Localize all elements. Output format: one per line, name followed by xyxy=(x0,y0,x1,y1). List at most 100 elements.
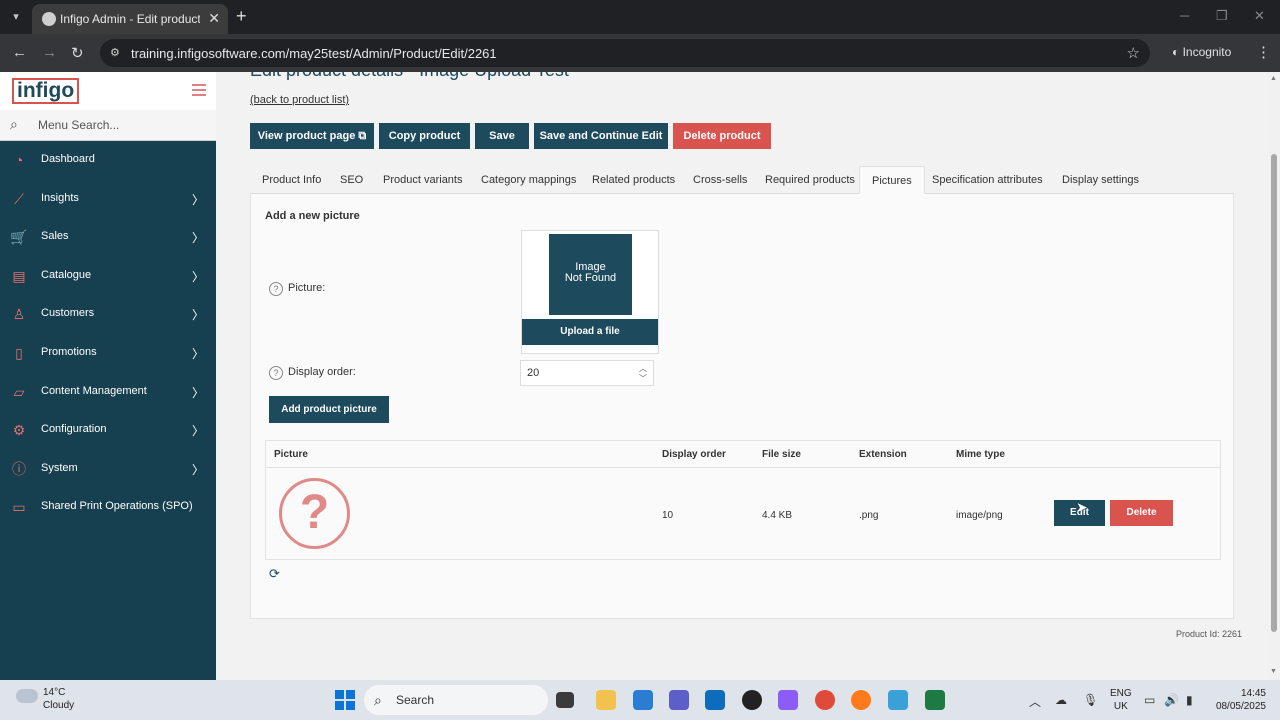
back-to-product-list-link[interactable]: (back to product list) xyxy=(250,94,349,106)
back-arrow-icon[interactable]: ← xyxy=(12,44,27,61)
chatgpt-icon[interactable] xyxy=(742,690,762,710)
url-field[interactable]: ⚙ training.infigosoftware.com/may25test/… xyxy=(100,39,1150,67)
tab-title: Infigo Admin - Edit product det xyxy=(60,12,200,26)
infigo-logo[interactable]: infigo xyxy=(12,78,80,104)
clock[interactable]: 14:45 08/05/2025 xyxy=(1212,687,1266,713)
menu-search-input[interactable] xyxy=(38,115,208,135)
folder-icon: ▱ xyxy=(13,383,25,400)
sidebar-item-sales[interactable]: 🛒 Sales 〉 xyxy=(0,218,216,256)
favicon-icon xyxy=(42,12,56,26)
weather-temperature[interactable]: 14°C xyxy=(43,687,65,698)
delete-product-button[interactable]: Delete product xyxy=(673,123,771,149)
save-button[interactable]: Save xyxy=(475,123,529,149)
sidebar-item-shared-print-operations-spo[interactable]: ▭ Shared Print Operations (SPO) xyxy=(0,488,216,526)
row-mime-type: image/png xyxy=(956,510,1003,521)
search-icon: ⌕ xyxy=(374,692,382,708)
weather-description[interactable]: Cloudy xyxy=(43,700,74,711)
decrement-arrow-icon[interactable]: ﹀ xyxy=(639,373,647,384)
incognito-icon: ◐ xyxy=(1172,45,1183,59)
outlook-icon[interactable] xyxy=(705,690,725,710)
missing-image-question-icon: ? xyxy=(279,478,350,549)
sidebar-item-content-management[interactable]: ▱ Content Management 〉 xyxy=(0,373,216,411)
tab-category-mappings[interactable]: Category mappings xyxy=(469,166,588,194)
language-indicator[interactable]: ENG UK xyxy=(1110,687,1132,713)
scroll-thumb[interactable] xyxy=(1271,154,1277,632)
new-tab-plus-icon[interactable]: + xyxy=(236,6,247,27)
browser-tab-bar: ▾ Infigo Admin - Edit product det ✕ + ─ … xyxy=(0,0,1280,34)
tab-product-info[interactable]: Product Info xyxy=(250,166,333,194)
language-line2: UK xyxy=(1113,701,1128,712)
tab-display-settings[interactable]: Display settings xyxy=(1050,166,1151,194)
view-product-page-button[interactable]: View product page ⧉ xyxy=(250,123,374,149)
sidebar-item-customers[interactable]: ♙ Customers 〉 xyxy=(0,295,216,333)
file-explorer-icon[interactable] xyxy=(596,690,616,710)
tag-icon: ▯ xyxy=(15,345,23,361)
taskbar-search[interactable]: ⌕ Search xyxy=(364,685,548,715)
url-text[interactable]: training.infigosoftware.com/may25test/Ad… xyxy=(131,46,497,61)
microphone-icon[interactable]: 🎙 xyxy=(1083,693,1098,707)
sidebar-item-insights[interactable]: ⟋ Insights 〉 xyxy=(0,180,216,218)
onedrive-cloud-icon[interactable]: ☁ xyxy=(1055,693,1067,707)
volume-icon[interactable]: 🔊 xyxy=(1164,693,1179,707)
user-icon: ♙ xyxy=(12,306,26,323)
tab-required-products[interactable]: Required products xyxy=(753,166,867,194)
picture-help-icon[interactable]: ? xyxy=(269,282,283,296)
tab-seo[interactable]: SEO xyxy=(328,166,375,194)
firefox-icon[interactable] xyxy=(851,690,871,710)
battery-icon[interactable]: ▮ xyxy=(1186,693,1193,707)
tab-specification-attributes[interactable]: Specification attributes xyxy=(920,166,1055,194)
product-id: Product Id: 2261 xyxy=(1176,629,1243,639)
sidebar-item-catalogue[interactable]: ▤ Catalogue 〉 xyxy=(0,257,216,295)
tab-product-variants[interactable]: Product variants xyxy=(371,166,474,194)
copy-product-button[interactable]: Copy product xyxy=(379,123,470,149)
hamburger-menu-icon[interactable] xyxy=(192,84,206,96)
sidebar-item-system[interactable]: ⓘ System 〉 xyxy=(0,450,216,488)
close-tab-icon[interactable]: ✕ xyxy=(208,10,220,27)
task-view-icon[interactable] xyxy=(556,692,574,708)
sidebar-item-dashboard[interactable]: ◔ Dashboard xyxy=(0,141,216,179)
gauge-icon: ◔ xyxy=(14,152,24,168)
maximize-icon[interactable]: ❐ xyxy=(1216,8,1228,24)
snipping-tool-icon[interactable] xyxy=(888,690,908,710)
incognito-indicator[interactable]: ◐ Incognito xyxy=(1172,45,1231,59)
network-icon[interactable]: ▭ xyxy=(1144,693,1155,707)
excel-icon[interactable] xyxy=(925,690,945,710)
upload-file-button[interactable]: Upload a file xyxy=(522,319,658,345)
chevron-right-icon: 〉 xyxy=(192,385,205,400)
tab-related-products[interactable]: Related products xyxy=(580,166,687,194)
browser-tab[interactable]: Infigo Admin - Edit product det ✕ xyxy=(32,4,228,34)
sidebar-item-label: Dashboard xyxy=(41,153,95,165)
browser-menu-kebab-icon[interactable]: ⋮ xyxy=(1256,43,1271,61)
chevron-right-icon: 〉 xyxy=(192,462,205,477)
tab-menu-chevron-down-icon[interactable]: ▾ xyxy=(6,8,26,26)
bookmark-star-icon[interactable]: ☆ xyxy=(1127,44,1140,62)
display-order-help-icon[interactable]: ? xyxy=(269,366,283,380)
add-product-picture-button[interactable]: Add product picture xyxy=(269,396,389,423)
address-bar: ← → ↻ ⚙ training.infigosoftware.com/may2… xyxy=(0,34,1280,72)
forward-arrow-icon[interactable]: → xyxy=(42,44,57,61)
minimize-icon[interactable]: ─ xyxy=(1180,8,1189,23)
chrome-icon[interactable] xyxy=(815,690,835,710)
tab-pictures[interactable]: Pictures xyxy=(859,166,925,194)
refresh-icon[interactable]: ⟳ xyxy=(269,566,280,582)
sidebar-item-promotions[interactable]: ▯ Promotions 〉 xyxy=(0,334,216,372)
sidebar-item-configuration[interactable]: ⚙ Configuration 〉 xyxy=(0,411,216,449)
teams-icon[interactable] xyxy=(669,690,689,710)
delete-picture-button[interactable]: Delete xyxy=(1110,500,1173,526)
scroll-up-arrow-icon[interactable]: ▲ xyxy=(1270,75,1277,82)
show-hidden-icons-chevron-icon[interactable]: ︿ xyxy=(1029,693,1041,710)
site-info-icon[interactable]: ⚙ xyxy=(110,46,124,60)
cloud-icon[interactable] xyxy=(16,689,38,703)
save-and-continue-button[interactable]: Save and Continue Edit xyxy=(534,123,668,149)
chevron-right-icon: 〉 xyxy=(192,231,205,246)
image-not-found-placeholder: Image Not Found xyxy=(549,234,632,315)
reload-icon[interactable]: ↻ xyxy=(71,44,84,62)
notepad-app-icon[interactable] xyxy=(633,690,653,710)
app-diamond-icon[interactable] xyxy=(778,690,798,710)
page-scrollbar[interactable]: ▲ ▼ xyxy=(1268,72,1280,680)
tab-cross-sells[interactable]: Cross-sells xyxy=(681,166,759,194)
windows-start-icon[interactable] xyxy=(335,690,355,710)
close-window-icon[interactable]: ✕ xyxy=(1254,8,1265,24)
scroll-down-arrow-icon[interactable]: ▼ xyxy=(1270,668,1277,675)
display-order-input[interactable] xyxy=(527,365,627,381)
